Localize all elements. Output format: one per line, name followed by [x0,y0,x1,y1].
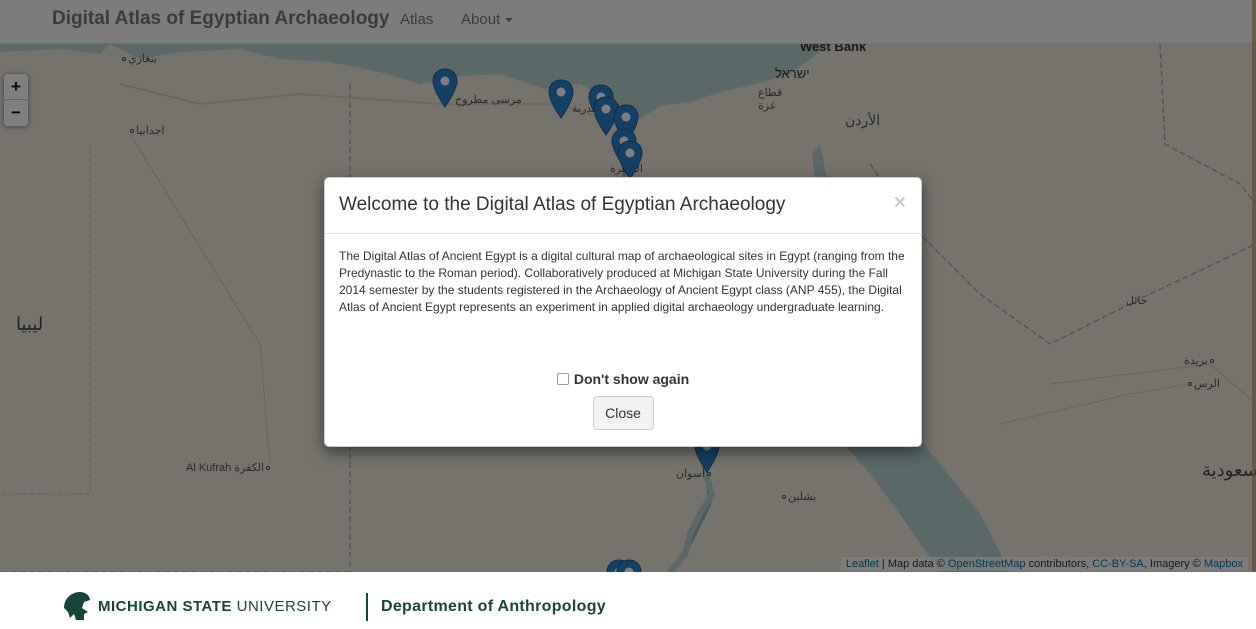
close-button[interactable]: Close [592,396,654,430]
msu-wordmark[interactable]: MICHIGAN STATE UNIVERSITY [98,598,332,615]
dont-show-again-checkbox[interactable]: Don't show again [556,371,690,387]
close-icon[interactable]: × [894,192,906,213]
welcome-modal: Welcome to the Digital Atlas of Egyptian… [324,177,922,447]
modal-footer: Don't show again Close [325,371,921,430]
checkbox-icon[interactable] [556,373,569,385]
modal-header: Welcome to the Digital Atlas of Egyptian… [325,178,921,234]
dont-show-again-label: Don't show again [573,371,690,387]
modal-body: The Digital Atlas of Ancient Egypt is a … [339,249,905,314]
scrollbar[interactable] [1252,0,1256,572]
modal-title: Welcome to the Digital Atlas of Egyptian… [339,194,786,215]
department-name[interactable]: Department of Anthropology [381,598,606,616]
spartan-helmet-icon[interactable] [62,590,92,622]
divider [366,593,368,621]
footer: MICHIGAN STATE UNIVERSITY Department of … [0,572,1256,629]
